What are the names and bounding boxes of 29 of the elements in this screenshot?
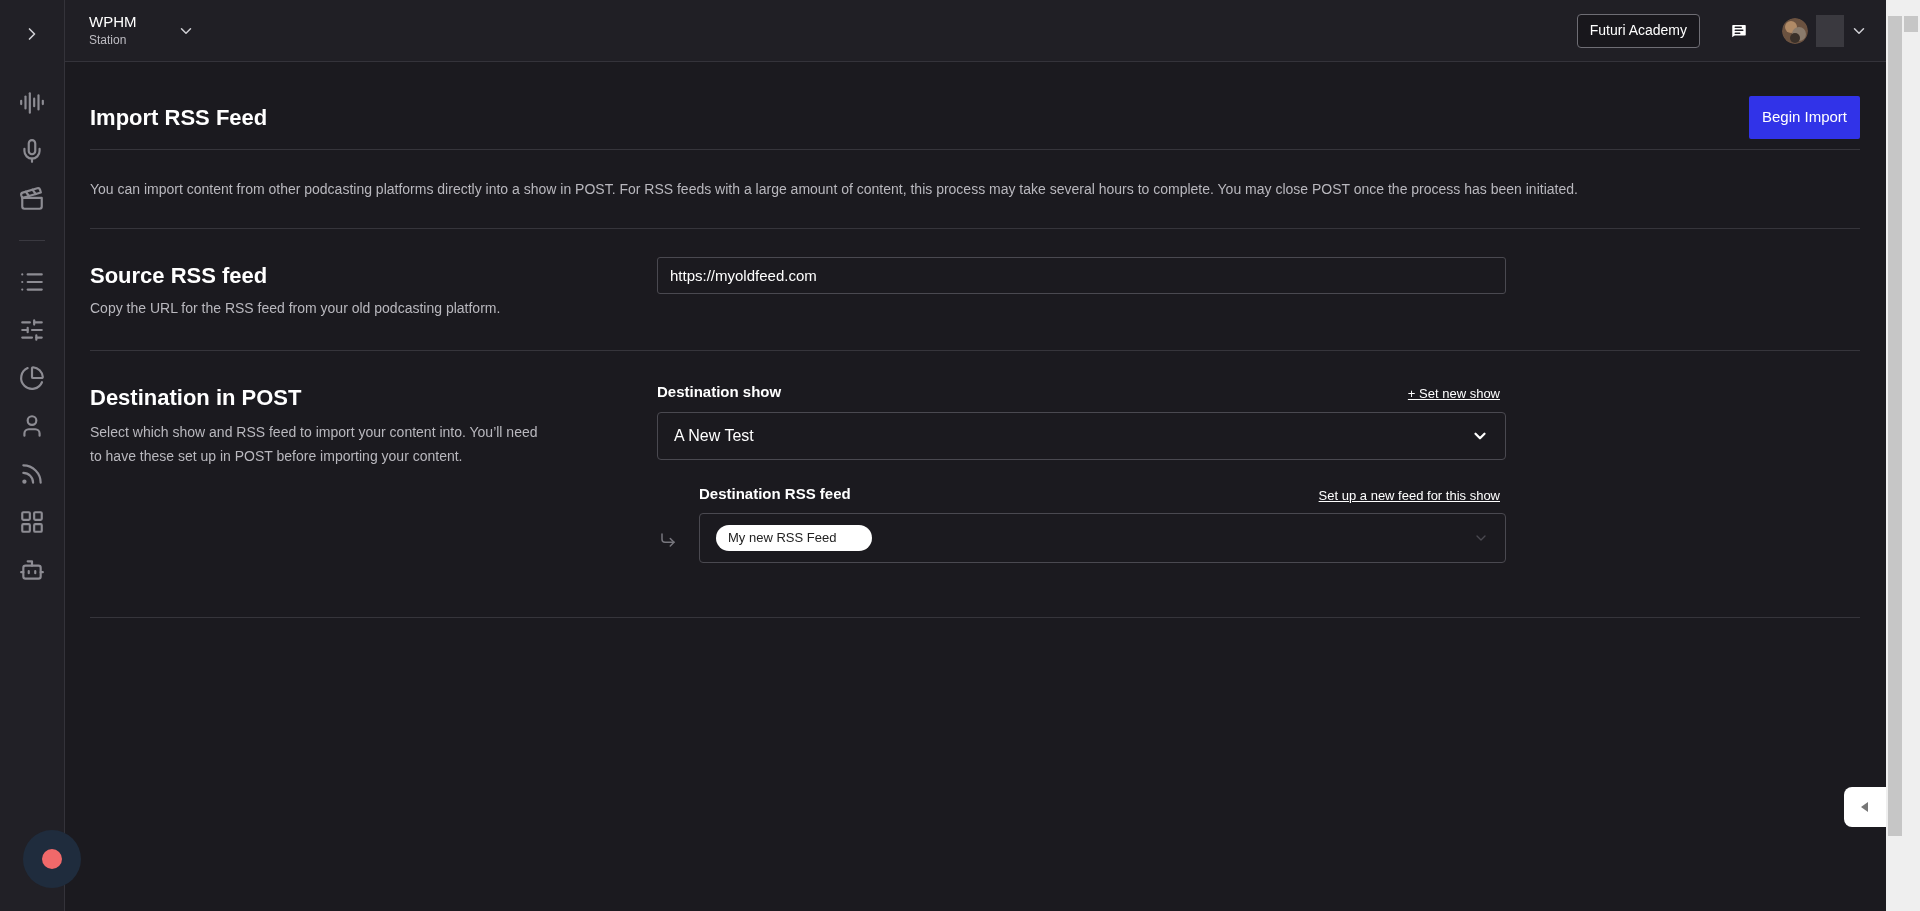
- feed-dropdown[interactable]: My new RSS Feed: [699, 513, 1506, 563]
- pie-chart-icon[interactable]: [19, 365, 45, 391]
- page-description: You can import content from other podcasting platforms directly into a show in POST. For RSS feeds with a large amount of content, this process may take several hours to complete. You may close POST once the process has been initiated.: [90, 179, 1578, 199]
- station-type: Station: [89, 31, 128, 49]
- source-url-field[interactable]: https://myoldfeed.com: [657, 257, 1506, 294]
- page-title: Import RSS Feed: [90, 104, 268, 132]
- video-icon[interactable]: [19, 186, 45, 212]
- robot-icon[interactable]: [19, 557, 45, 583]
- caret-icon: [1861, 802, 1869, 812]
- field-label: Destination RSS feed: [699, 483, 851, 504]
- indent-arrow-icon: [659, 531, 677, 549]
- section-hint: Copy the URL for the RSS feed from your old podcasting platform.: [90, 299, 502, 318]
- section-hint: Select which show and RSS feed to import your content into. You’ll need to have these set up in POST before importing your content.: [90, 423, 539, 466]
- rss-icon[interactable]: [19, 461, 45, 487]
- sliders-icon[interactable]: [19, 317, 45, 343]
- feed-chip[interactable]: My new RSS Feed: [716, 525, 872, 551]
- grid-icon[interactable]: [19, 509, 45, 535]
- set-new-show-link[interactable]: + Set new show: [1407, 384, 1500, 404]
- section-heading: Destination in POST: [90, 384, 303, 412]
- academy-button[interactable]: Futuri Academy: [1576, 13, 1700, 48]
- field-label: Destination show: [657, 382, 782, 402]
- show-dropdown[interactable]: A New Test: [657, 411, 1506, 460]
- section-heading: Source RSS feed: [90, 262, 269, 290]
- new-feed-link[interactable]: Set up a new feed for this show: [1318, 485, 1500, 505]
- account-name-placeholder: [1816, 14, 1844, 47]
- collapse-tab[interactable]: [1844, 787, 1886, 827]
- begin-import-button[interactable]: Begin Import: [1748, 96, 1860, 139]
- station-name: WPHM: [89, 12, 137, 31]
- waveform-icon[interactable]: [19, 90, 45, 116]
